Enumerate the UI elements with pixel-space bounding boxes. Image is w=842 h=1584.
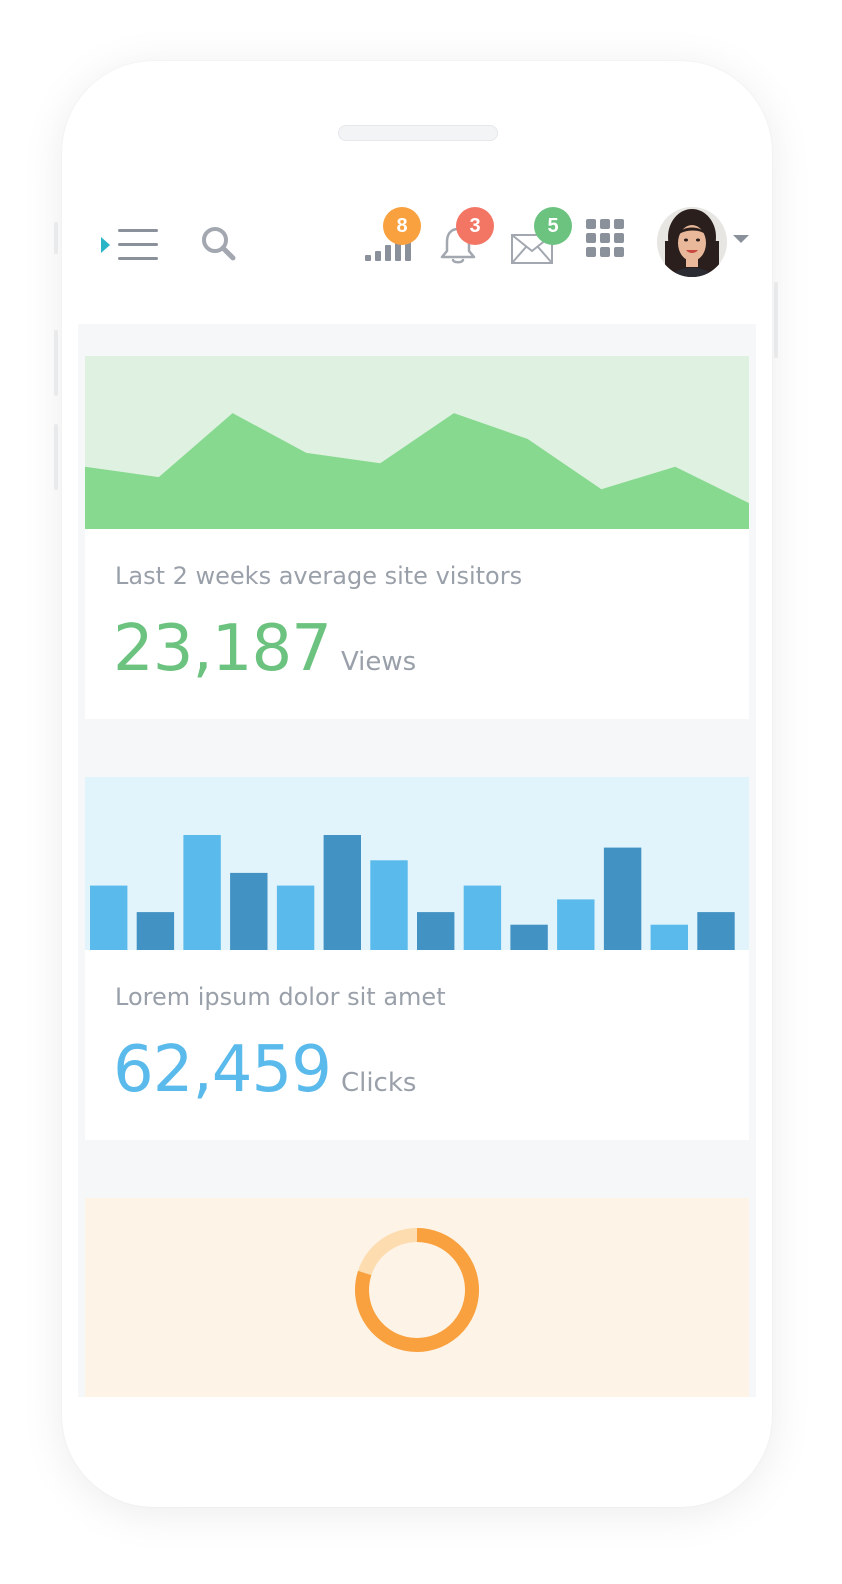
dashboard-content[interactable]: Last 2 weeks average site visitors 23,18…: [78, 324, 756, 1397]
visitors-card-label: Last 2 weeks average site visitors: [115, 562, 523, 590]
phone-side-button: [54, 222, 58, 254]
phone-speaker: [338, 125, 498, 141]
caret-down-icon: [733, 235, 749, 243]
bar-2: [136, 912, 175, 950]
bar-5: [276, 885, 315, 950]
clicks-bar-chart: [85, 777, 749, 950]
search-button[interactable]: [200, 225, 240, 265]
phone-volume-up-button: [54, 330, 58, 396]
phone-frame: 8 3 5 Last 2 weeks average site visitors…: [62, 61, 772, 1507]
visitors-area-chart: [85, 356, 749, 529]
bar-6: [323, 835, 361, 950]
clicks-card-label: Lorem ipsum dolor sit amet: [115, 983, 446, 1011]
user-avatar: [657, 207, 727, 277]
clicks-value-row: 62,459 Clicks: [113, 1033, 416, 1107]
donut-card: [85, 1198, 749, 1397]
donut-chart: [355, 1228, 479, 1352]
bar-13: [650, 924, 688, 950]
bar-10: [510, 924, 548, 950]
visitors-value: 23,187: [113, 612, 332, 686]
bar-9: [463, 885, 502, 950]
bar-8: [417, 912, 455, 950]
search-icon: [202, 227, 236, 261]
phone-screen: 8 3 5 Last 2 weeks average site visitors…: [78, 189, 756, 1397]
apps-button[interactable]: [586, 219, 626, 259]
clicks-card: Lorem ipsum dolor sit amet 62,459 Clicks: [85, 777, 749, 1140]
bar-3: [183, 835, 221, 950]
bar-7: [370, 860, 408, 950]
bar-1: [90, 885, 128, 950]
menu-toggle-button[interactable]: [98, 225, 160, 265]
messages-button[interactable]: 5: [510, 207, 586, 273]
stats-button[interactable]: 8: [363, 207, 431, 269]
phone-power-button: [774, 282, 778, 358]
visitors-value-row: 23,187 Views: [113, 612, 416, 686]
visitors-card: Last 2 weeks average site visitors 23,18…: [85, 356, 749, 719]
notifications-badge: 3: [456, 207, 494, 245]
visitors-unit: Views: [340, 647, 417, 677]
messages-badge: 5: [534, 207, 572, 245]
stats-badge: 8: [383, 207, 421, 245]
bar-11: [557, 899, 595, 950]
sidebar-arrow-icon: [101, 237, 110, 253]
clicks-unit: Clicks: [340, 1068, 417, 1098]
bar-14: [697, 912, 735, 950]
user-menu[interactable]: [657, 207, 749, 277]
bar-12: [603, 847, 642, 950]
phone-volume-down-button: [54, 424, 58, 490]
clicks-value: 62,459: [113, 1033, 332, 1107]
grid-icon: [586, 219, 624, 257]
hamburger-icon: [118, 229, 158, 260]
bar-4: [230, 872, 268, 950]
top-navigation-bar: 8 3 5: [78, 189, 756, 324]
notifications-button[interactable]: 3: [438, 207, 506, 273]
